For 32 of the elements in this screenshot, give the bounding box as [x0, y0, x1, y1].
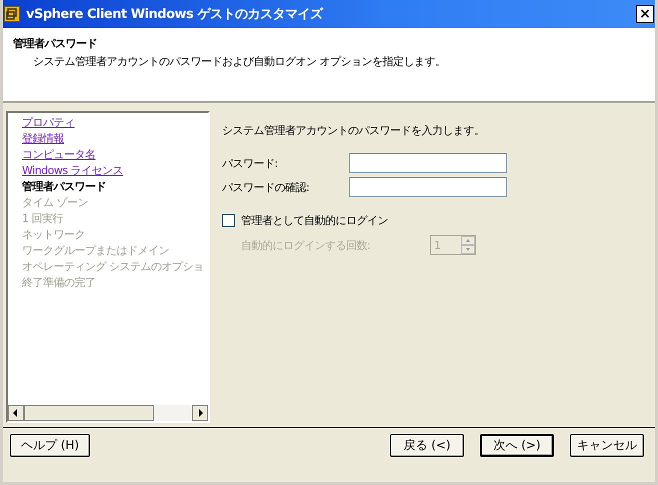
checkbox-label: 管理者として自動的にログイン — [241, 213, 388, 228]
login-count-label: 自動的にログインする回数: — [241, 238, 372, 252]
step-item[interactable]: プロパティ — [22, 115, 208, 131]
step-item: オペレーティング システムのオプショ — [22, 259, 204, 275]
page-description: システム管理者アカウントのパスワードおよび自動ログオン オプションを指定します。 — [33, 54, 446, 69]
instruction-text: システム管理者アカウントのパスワードを入力します。 — [222, 123, 486, 138]
step-item: ネットワーク — [22, 227, 86, 243]
app-logo-icon — [4, 6, 20, 22]
step-item: 管理者パスワード — [22, 179, 107, 195]
next-button[interactable]: 次へ (>) — [480, 434, 554, 457]
step-item: 1 回実行 — [22, 211, 64, 227]
help-button[interactable]: ヘルプ (H) — [10, 434, 90, 457]
scroll-thumb[interactable] — [24, 405, 154, 421]
step-item[interactable]: Windows ライセンス — [22, 163, 208, 179]
window-title: vSphere Client Windows ゲストのカスタマイズ — [26, 6, 324, 23]
back-button[interactable]: 戻る (<) — [390, 434, 464, 457]
field-label: パスワード: — [222, 156, 279, 170]
horizontal-scrollbar[interactable] — [8, 405, 208, 421]
close-button[interactable]: × — [636, 5, 654, 23]
step-item[interactable]: コンピュータ名 — [22, 147, 208, 163]
page-title: 管理者パスワード — [13, 36, 98, 51]
field-label: パスワードの確認: — [222, 180, 310, 194]
step-item[interactable]: 登録情報 — [22, 131, 208, 147]
scroll-left-icon[interactable] — [8, 405, 24, 421]
checkbox[interactable] — [222, 214, 235, 227]
password-field[interactable] — [349, 153, 507, 173]
step-item: タイム ゾーン — [22, 195, 89, 211]
scroll-right-icon[interactable] — [192, 405, 208, 421]
step-item: ワークグループまたはドメイン — [22, 243, 170, 259]
password-field[interactable] — [349, 177, 507, 197]
step-item: 終了準備の完了 — [22, 275, 96, 291]
cancel-button[interactable]: キャンセル — [570, 434, 644, 457]
